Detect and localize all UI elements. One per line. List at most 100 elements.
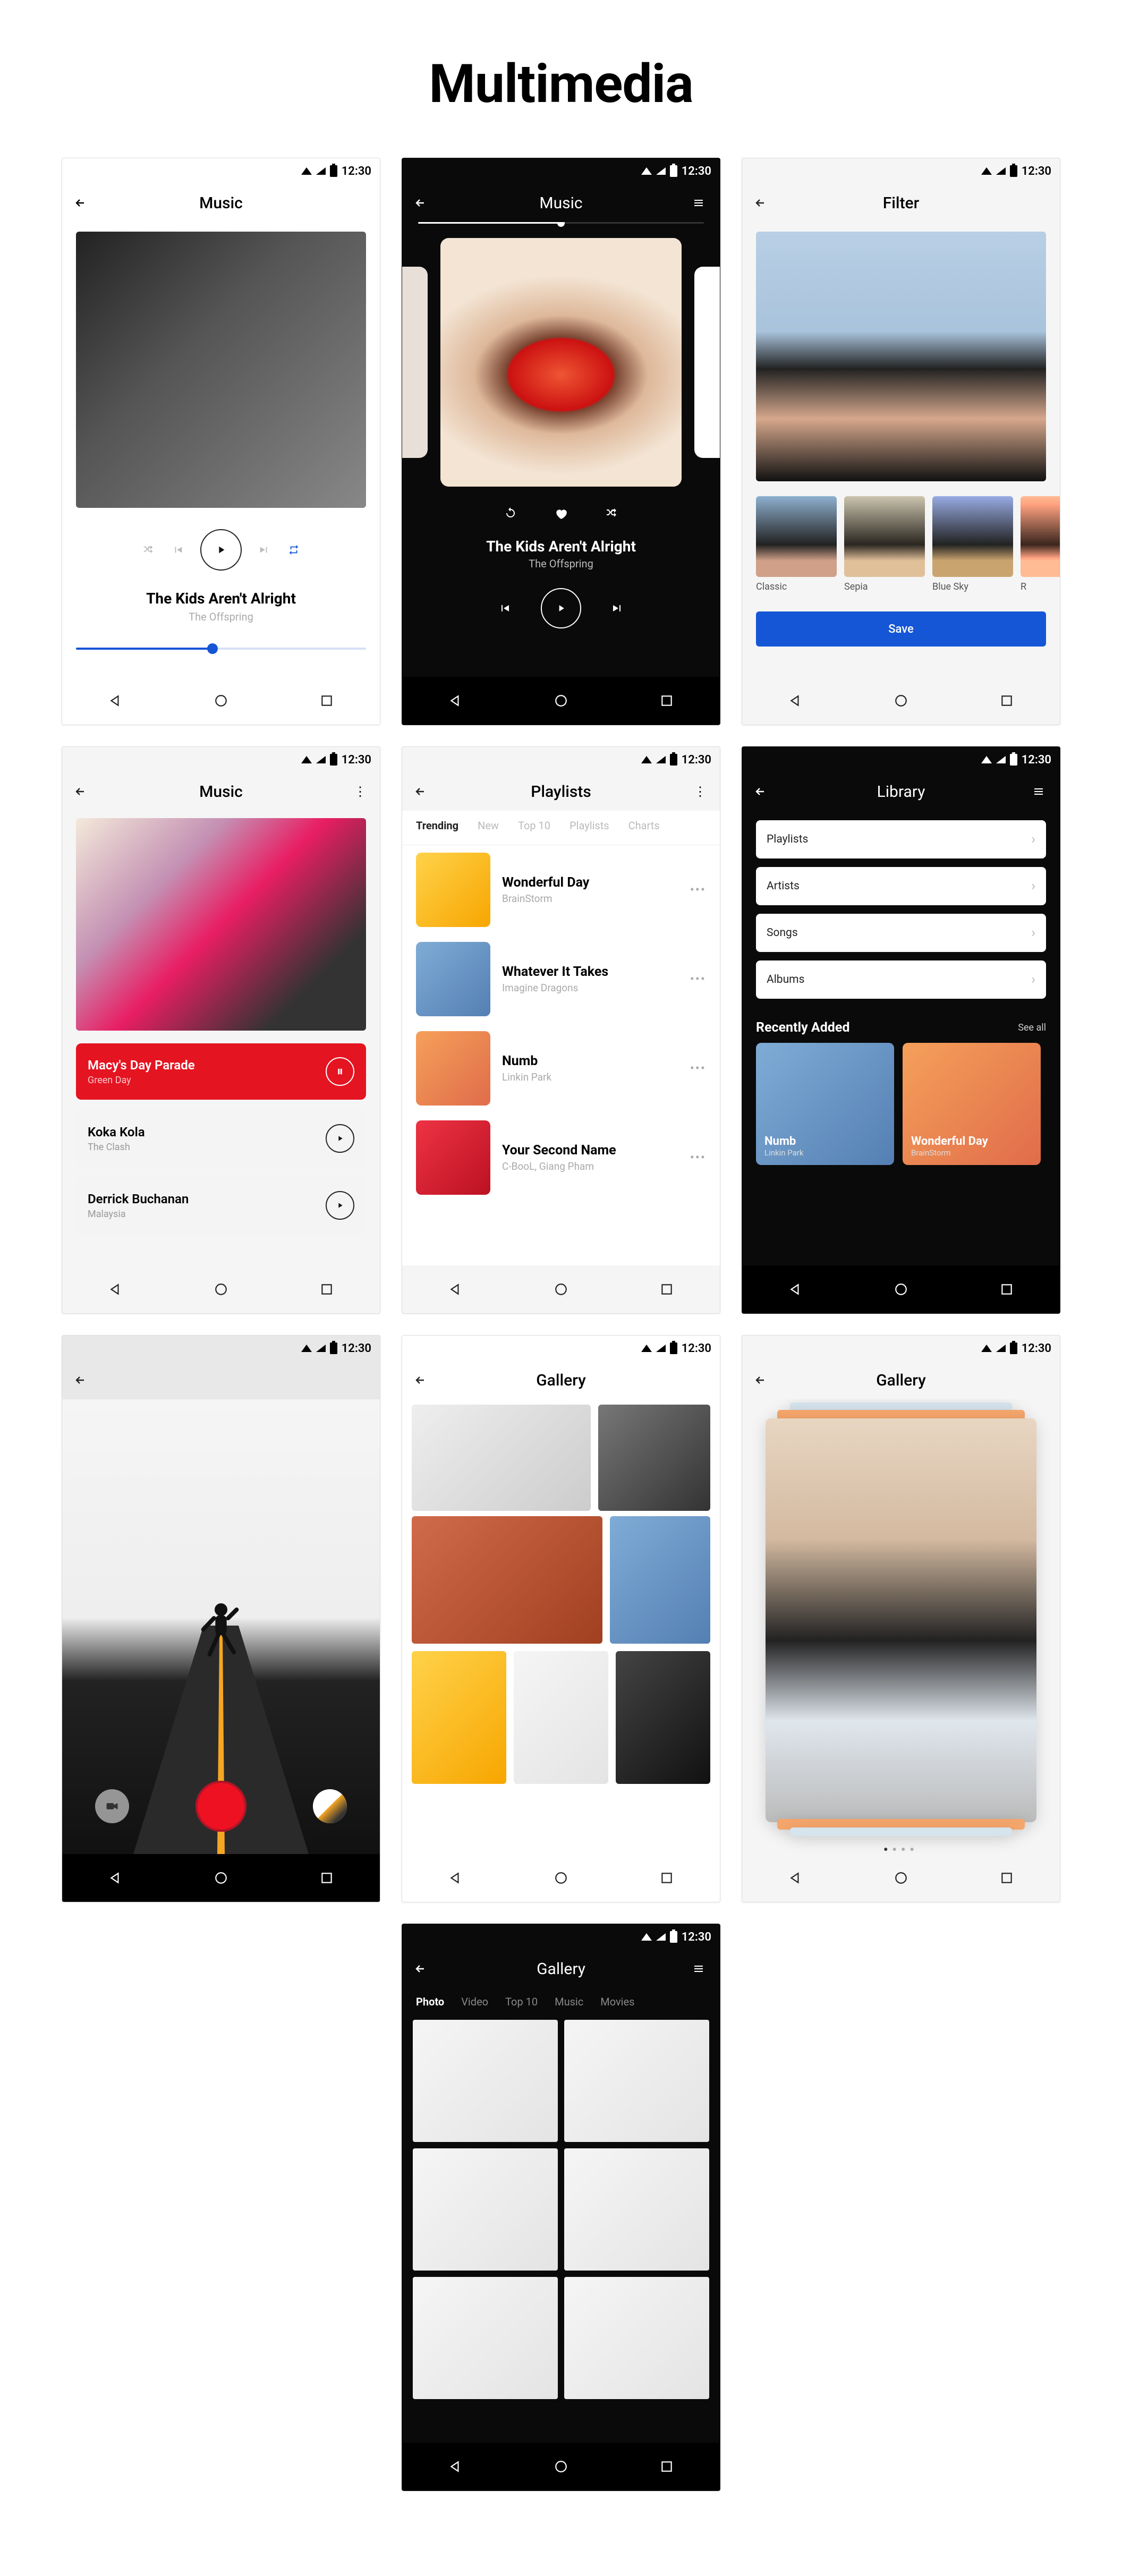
nav-recents-icon[interactable] [660,1282,674,1296]
library-item-albums[interactable]: Albums› [756,960,1046,999]
play-button[interactable] [541,588,581,628]
nav-home-icon[interactable] [894,694,908,708]
progress-thumb[interactable] [207,643,218,654]
back-icon[interactable] [414,785,430,798]
tab-top10[interactable]: Top 10 [518,819,550,832]
tab-video[interactable]: Video [461,1995,488,2008]
tab-top10[interactable]: Top 10 [505,1995,538,2008]
repeat-icon[interactable] [504,507,517,521]
nav-recents-icon[interactable] [1000,694,1014,708]
filter-list[interactable]: Classic Sepia Blue Sky R [756,496,1060,592]
album-card-next[interactable] [694,267,720,458]
nav-home-icon[interactable] [554,1871,568,1885]
nav-back-icon[interactable] [788,1871,802,1885]
stack-card-front[interactable] [766,1418,1036,1822]
nav-recents-icon[interactable] [660,1871,674,1885]
gallery-photo[interactable] [564,2277,709,2399]
nav-home-icon[interactable] [214,1282,228,1296]
gallery-photo[interactable] [412,1651,506,1784]
filter-option[interactable]: Blue Sky [932,496,1013,592]
shuffle-icon[interactable] [605,507,618,521]
nav-home-icon[interactable] [214,1871,228,1885]
track-row-active[interactable]: Macy's Day ParadeGreen Day [76,1043,366,1100]
gallery-photo[interactable] [413,2020,558,2142]
album-carousel[interactable] [402,229,720,495]
next-icon[interactable] [611,602,624,615]
nav-home-icon[interactable] [554,1282,568,1296]
gallery-photo[interactable] [412,1405,591,1511]
tab-music[interactable]: Music [555,1995,583,2008]
see-all-link[interactable]: See all [1018,1022,1046,1033]
more-icon[interactable]: ••• [690,882,706,897]
back-icon[interactable] [74,785,90,798]
gallery-photo[interactable] [564,2020,709,2142]
playlist-item[interactable]: Whatever It TakesImagine Dragons••• [402,934,720,1024]
more-icon[interactable]: ••• [690,972,706,987]
menu-icon[interactable] [1032,785,1048,798]
nav-back-icon[interactable] [108,1282,122,1296]
tab-movies[interactable]: Movies [600,1995,634,2008]
menu-icon[interactable] [692,1962,708,1975]
gallery-photo[interactable] [412,1516,602,1644]
nav-recents-icon[interactable] [1000,1871,1014,1885]
overflow-icon[interactable]: ⋮ [352,785,368,798]
pause-button[interactable] [326,1057,354,1086]
nav-home-icon[interactable] [894,1282,908,1296]
gallery-photo[interactable] [413,2277,558,2399]
more-icon[interactable]: ••• [690,1150,706,1165]
back-icon[interactable] [754,785,770,798]
save-button[interactable]: Save [756,611,1046,647]
shuffle-icon[interactable] [141,542,156,557]
back-icon[interactable] [414,1962,430,1975]
tab-charts[interactable]: Charts [628,819,660,832]
playlist-item[interactable]: Wonderful DayBrainStorm••• [402,845,720,934]
nav-home-icon[interactable] [214,694,228,708]
album-card-current[interactable] [440,238,682,487]
nav-back-icon[interactable] [108,1871,122,1885]
gallery-photo[interactable] [514,1651,608,1784]
back-icon[interactable] [414,1374,430,1387]
track-row[interactable]: Koka KolaThe Clash [76,1110,366,1167]
progress-slider[interactable] [418,222,704,224]
play-button[interactable] [326,1191,354,1220]
nav-home-icon[interactable] [894,1871,908,1885]
nav-back-icon[interactable] [788,694,802,708]
nav-back-icon[interactable] [448,1282,462,1296]
filter-option[interactable]: Classic [756,496,837,592]
tab-playlists[interactable]: Playlists [570,819,609,832]
recent-tile[interactable]: Wonderful DayBrainStorm [903,1043,1041,1165]
nav-back-icon[interactable] [448,2460,462,2473]
nav-recents-icon[interactable] [1000,1282,1014,1296]
gallery-photo[interactable] [616,1651,710,1784]
nav-recents-icon[interactable] [320,694,334,708]
next-icon[interactable] [257,542,271,557]
recent-tile[interactable]: NumbLinkin Park [756,1043,894,1165]
playlist-item[interactable]: NumbLinkin Park••• [402,1024,720,1113]
nav-recents-icon[interactable] [660,2460,674,2473]
library-item-playlists[interactable]: Playlists› [756,820,1046,858]
gallery-photo[interactable] [564,2148,709,2271]
gallery-photo[interactable] [598,1405,710,1511]
back-icon[interactable] [754,1374,770,1387]
gallery-thumbnail-button[interactable] [313,1789,347,1823]
nav-home-icon[interactable] [554,2460,568,2473]
more-icon[interactable]: ••• [690,1061,706,1076]
nav-back-icon[interactable] [448,1871,462,1885]
favorite-icon[interactable] [554,507,568,521]
repeat-icon[interactable] [286,542,301,557]
tab-photo[interactable]: Photo [416,1995,444,2008]
back-icon[interactable] [74,1374,90,1387]
play-button[interactable] [326,1124,354,1153]
nav-recents-icon[interactable] [320,1282,334,1296]
video-mode-button[interactable] [95,1789,129,1823]
nav-back-icon[interactable] [448,694,462,708]
track-row[interactable]: Derrick BuchananMalaysia [76,1177,366,1234]
gallery-photo[interactable] [413,2148,558,2271]
gallery-photo[interactable] [610,1516,710,1644]
library-item-songs[interactable]: Songs› [756,914,1046,952]
progress-slider[interactable] [76,648,366,650]
nav-back-icon[interactable] [108,694,122,708]
nav-recents-icon[interactable] [660,694,674,708]
album-card-prev[interactable] [402,267,428,458]
prev-icon[interactable] [171,542,185,557]
